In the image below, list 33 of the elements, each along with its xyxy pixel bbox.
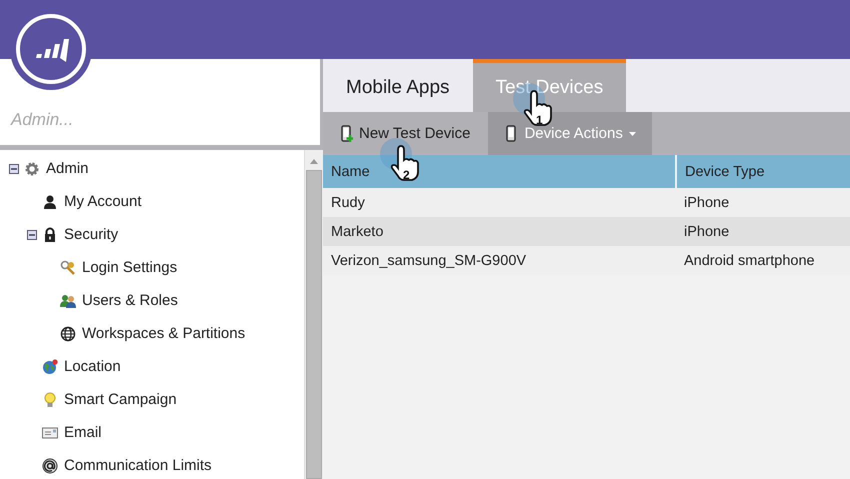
tree-item[interactable]: Communication Limits bbox=[64, 457, 212, 474]
callout-number: 2 bbox=[403, 168, 410, 182]
callout-number: 1 bbox=[536, 113, 543, 127]
tree-item[interactable]: Security bbox=[64, 226, 118, 243]
search-field[interactable]: Admin... bbox=[9, 105, 299, 135]
globe-icon bbox=[60, 326, 76, 342]
person-icon bbox=[42, 194, 58, 210]
gear-icon bbox=[24, 160, 40, 176]
caret-icon bbox=[628, 132, 636, 136]
scrollbar[interactable] bbox=[304, 150, 323, 479]
table-cell: iPhone bbox=[676, 188, 850, 217]
collapse-toggle-icon[interactable] bbox=[27, 230, 37, 240]
envelope-icon bbox=[42, 424, 58, 440]
tree-item[interactable]: Location bbox=[64, 358, 121, 375]
tree-item[interactable]: Users & Roles bbox=[82, 292, 178, 309]
tree-item[interactable]: Smart Campaign bbox=[64, 391, 177, 408]
phone-icon bbox=[506, 124, 518, 142]
tree-item[interactable]: Email bbox=[64, 424, 102, 441]
table-cell: Marketo bbox=[323, 217, 676, 246]
phone-plus-icon bbox=[341, 124, 353, 142]
tree-item[interactable]: Login Settings bbox=[82, 259, 178, 276]
collapse-toggle-icon[interactable] bbox=[9, 164, 19, 174]
people-icon bbox=[60, 292, 76, 308]
tree-item[interactable]: Admin bbox=[46, 160, 89, 177]
table-cell: iPhone bbox=[676, 217, 850, 246]
tree-item[interactable]: Workspaces & Partitions bbox=[82, 325, 246, 342]
table-cell: Rudy bbox=[323, 188, 676, 217]
lock-icon bbox=[42, 226, 58, 242]
at-sign-icon bbox=[42, 458, 58, 474]
lightbulb-icon bbox=[42, 392, 58, 408]
globe-icon bbox=[42, 358, 58, 374]
tree-item[interactable]: My Account bbox=[64, 193, 142, 210]
column-header[interactable]: Device Type bbox=[676, 155, 850, 188]
